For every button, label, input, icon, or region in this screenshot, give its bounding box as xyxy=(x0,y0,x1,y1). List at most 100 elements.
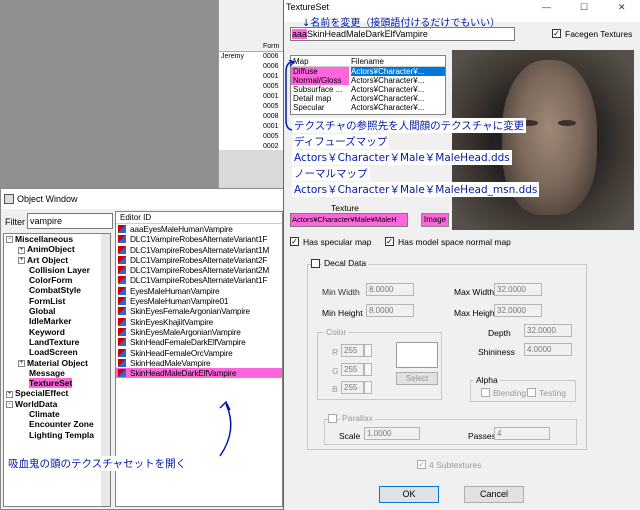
tree-item[interactable]: LandTexture xyxy=(4,337,110,347)
minimize-icon[interactable]: — xyxy=(542,2,551,12)
editor-id-row[interactable]: SkinEyesKhajiitVampire xyxy=(116,317,282,327)
b-field[interactable]: 255 xyxy=(341,381,364,394)
map-row[interactable]: Specular Actors¥Character¥... xyxy=(291,103,445,112)
tree-item[interactable]: ColorForm xyxy=(4,275,110,285)
editor-id-label: DLC1VampireRobesAlternateVariant2M xyxy=(130,265,270,276)
subtextures-checkbox[interactable]: ✓ xyxy=(417,460,426,469)
editor-id-row[interactable]: SkinHeadMaleVampire xyxy=(116,358,282,368)
editor-id-row[interactable]: SkinHeadMaleDarkElfVampire xyxy=(116,368,282,379)
b-spinner[interactable] xyxy=(364,381,372,394)
g-spinner[interactable] xyxy=(364,363,372,376)
tree-item[interactable]: + Material Object xyxy=(4,358,110,368)
select-button[interactable]: Select xyxy=(396,372,438,385)
facegen-label: Facegen Textures xyxy=(565,29,633,39)
editor-id-label: SkinHeadFemaleDarkElfVampire xyxy=(130,337,246,348)
specular-checkbox[interactable]: ✓ xyxy=(290,237,299,246)
editor-id-label: DLC1VampireRobesAlternateVariant1F xyxy=(130,234,268,245)
map-filename: Actors¥Character¥... xyxy=(351,76,425,85)
model-space-checkbox[interactable]: ✓ xyxy=(385,237,394,246)
min-width-field[interactable]: 8.0000 xyxy=(366,283,414,296)
map-name: Detail map xyxy=(293,94,332,103)
editor-id-row[interactable]: DLC1VampireRobesAlternateVariant2F xyxy=(116,255,282,265)
tree-item[interactable]: Global xyxy=(4,306,110,316)
tree-item[interactable]: IdleMarker xyxy=(4,316,110,326)
tree-item[interactable]: - Miscellaneous xyxy=(4,234,110,244)
testing-checkbox[interactable] xyxy=(527,388,536,397)
editor-id-row[interactable]: aaaEyesMaleHumanVampire xyxy=(116,224,282,234)
map-table[interactable]: Map Filename Diffuse Actors¥Character¥...… xyxy=(290,55,446,115)
tree-item[interactable]: LoadScreen xyxy=(4,347,110,357)
max-height-field[interactable]: 32.0000 xyxy=(494,304,542,317)
close-icon[interactable]: ✕ xyxy=(618,2,626,13)
g-field[interactable]: 255 xyxy=(341,363,364,376)
depth-field[interactable]: 32.0000 xyxy=(524,324,572,337)
parallax-checkbox[interactable] xyxy=(328,414,337,423)
color-swatch[interactable] xyxy=(396,342,438,368)
editor-id-row[interactable]: EyesMaleHumanVampire xyxy=(116,286,282,296)
map-row[interactable]: Detail map Actors¥Character¥... xyxy=(291,94,445,103)
background-row-form: 0008 xyxy=(263,113,279,120)
editor-id-field[interactable]: aaaSkinHeadMaleDarkElfVampire xyxy=(290,27,515,41)
tree-expander-icon[interactable]: + xyxy=(6,390,13,398)
annotation-normal: ノーマルマップ xyxy=(292,166,370,181)
editor-id-row[interactable]: DLC1VampireRobesAlternateVariant2M xyxy=(116,265,282,275)
filter-input[interactable]: vampire xyxy=(27,213,113,229)
editor-id-row[interactable]: SkinHeadFemaleDarkElfVampire xyxy=(116,337,282,347)
passes-field[interactable]: 4 xyxy=(494,427,550,440)
ok-button[interactable]: OK xyxy=(379,486,439,503)
texture-path-field[interactable]: Actors¥Character¥Male¥MaleH xyxy=(290,213,408,227)
annotation-open-texset: 吸血鬼の頭のテクスチャセットを開く xyxy=(6,456,189,471)
decal-data-checkbox[interactable] xyxy=(311,259,320,268)
tree-item[interactable]: - WorldData xyxy=(4,399,110,409)
min-height-field[interactable]: 8.0000 xyxy=(366,304,414,317)
tree-item[interactable]: Collision Layer xyxy=(4,265,110,275)
tree-item[interactable]: Lighting Templa xyxy=(4,430,110,440)
tree-expander-icon[interactable]: - xyxy=(6,236,13,244)
editor-id-row[interactable]: DLC1VampireRobesAlternateVariant1F xyxy=(116,234,282,244)
shininess-field[interactable]: 4.0000 xyxy=(524,343,572,356)
blending-checkbox[interactable] xyxy=(481,388,490,397)
editor-id-row[interactable]: SkinEyesFemaleArgonianVampire xyxy=(116,306,282,316)
map-row[interactable]: Normal/Gloss Actors¥Character¥... xyxy=(291,76,445,85)
tree-item[interactable]: Encounter Zone xyxy=(4,419,110,429)
tree-item[interactable]: Keyword xyxy=(4,327,110,337)
textureset-icon xyxy=(118,327,126,336)
editor-id-header[interactable]: Editor ID xyxy=(116,212,282,224)
tree-item[interactable]: CombatStyle xyxy=(4,285,110,295)
cancel-button[interactable]: Cancel xyxy=(464,486,524,503)
maximize-icon[interactable]: ☐ xyxy=(580,2,588,13)
filename-header[interactable]: Filename xyxy=(351,56,445,67)
tree-item[interactable]: + AnimObject xyxy=(4,244,110,254)
tree-expander-icon[interactable]: - xyxy=(6,401,13,408)
annotation-rename: ↓名前を変更（接頭語付けるだけでもいい） xyxy=(302,18,501,29)
r-spinner[interactable] xyxy=(364,344,372,357)
editor-id-row[interactable]: DLC1VampireRobesAlternateVariant1F xyxy=(116,275,282,285)
alpha-label: Alpha xyxy=(474,375,500,385)
tree-expander-icon[interactable]: + xyxy=(18,246,25,254)
facegen-checkbox[interactable]: ✓ xyxy=(552,29,561,38)
scale-field[interactable]: 1.0000 xyxy=(364,427,420,440)
tree-item[interactable]: Climate xyxy=(4,409,110,419)
tree-item-label: Material Object xyxy=(27,357,88,368)
tree-item[interactable]: FormList xyxy=(4,296,110,306)
map-row[interactable]: Subsurface ... Actors¥Character¥... xyxy=(291,85,445,94)
max-width-field[interactable]: 32.0000 xyxy=(494,283,542,296)
form-column-header[interactable]: Form xyxy=(219,42,284,52)
map-header[interactable]: Map xyxy=(293,56,309,67)
editor-id-row[interactable]: SkinEyesMaleArgonianVampire xyxy=(116,327,282,337)
tree-expander-icon[interactable]: + xyxy=(18,359,25,367)
tree-item-label: ColorForm xyxy=(29,275,73,286)
tree-item[interactable]: + SpecialEffect xyxy=(4,388,110,398)
editor-id-row[interactable]: SkinHeadFemaleOrcVampire xyxy=(116,348,282,358)
tree-item[interactable]: + Art Object xyxy=(4,255,110,265)
image-button[interactable]: Image xyxy=(421,213,449,227)
editor-id-row[interactable]: DLC1VampireRobesAlternateVariant1M xyxy=(116,245,282,255)
r-field[interactable]: 255 xyxy=(341,344,364,357)
tree-expander-icon[interactable]: + xyxy=(18,256,25,264)
tree-item[interactable]: TextureSet xyxy=(4,378,110,389)
tree-item[interactable]: Message xyxy=(4,368,110,378)
editor-id-row[interactable]: EyesMaleHumanVampire01 xyxy=(116,296,282,306)
map-row[interactable]: Diffuse Actors¥Character¥... xyxy=(291,67,445,76)
background-row-form: 0001 xyxy=(263,93,279,100)
map-name: Subsurface ... xyxy=(293,85,343,94)
